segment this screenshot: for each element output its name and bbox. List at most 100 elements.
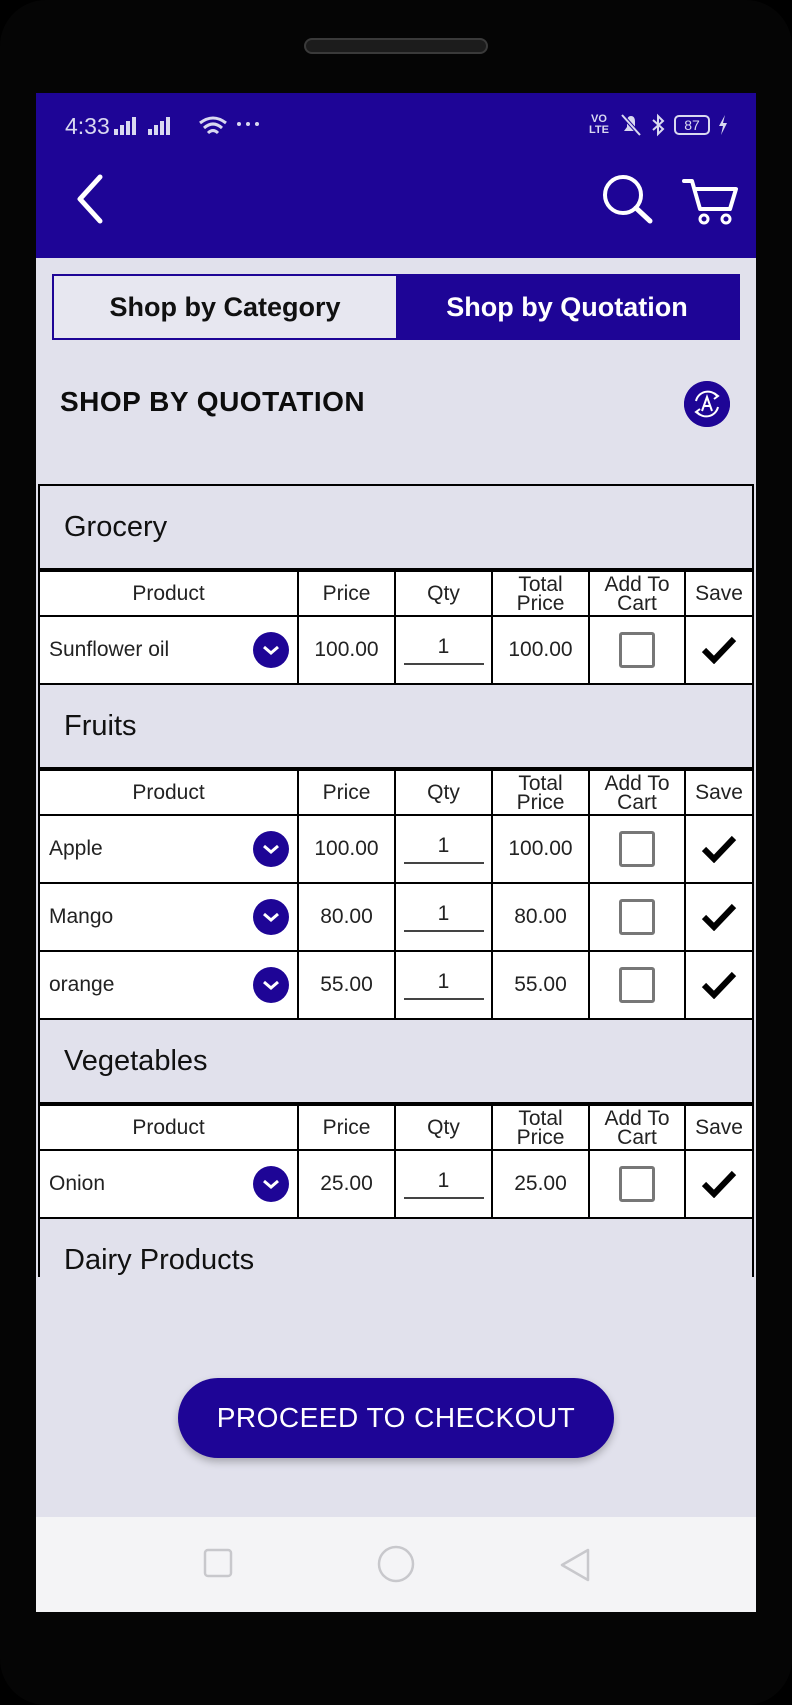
col-save: Save (684, 1104, 752, 1151)
qty-input[interactable]: 1 (403, 834, 484, 864)
col-product: Product (40, 570, 299, 617)
chevron-down-icon[interactable] (253, 632, 289, 668)
col-total: Total Price (491, 769, 590, 816)
table-row: Mango 80.00 1 80.00 (40, 882, 752, 952)
wifi-icon (199, 116, 227, 135)
qty-input[interactable]: 1 (403, 902, 484, 932)
table-row: Apple 100.00 1 100.00 (40, 814, 752, 884)
qty-cell: 1 (394, 615, 493, 685)
qty-input[interactable]: 1 (403, 970, 484, 1000)
add-to-cart-cell (588, 814, 686, 884)
fruits-table: Product Price Qty Total Price Add To Car… (40, 769, 752, 1020)
refresh-icon[interactable] (684, 381, 730, 427)
product-cell: orange (40, 950, 299, 1020)
col-qty: Qty (394, 570, 493, 617)
app-bar: 4:33 VO LTE 87 (36, 93, 756, 258)
chevron-down-icon[interactable] (253, 967, 289, 1003)
add-to-cart-checkbox[interactable] (619, 831, 655, 867)
qty-cell: 1 (394, 882, 493, 952)
chevron-down-icon[interactable] (253, 831, 289, 867)
back-nav-icon[interactable] (558, 1547, 592, 1583)
check-icon[interactable] (701, 1170, 737, 1198)
add-to-cart-checkbox[interactable] (619, 967, 655, 1003)
add-to-cart-checkbox[interactable] (619, 1166, 655, 1202)
col-qty: Qty (394, 769, 493, 816)
status-time: 4:33 (65, 113, 110, 139)
group-header-fruits: Fruits (40, 685, 752, 769)
product-name: Onion (49, 1172, 106, 1195)
price-value: 25.00 (297, 1149, 396, 1219)
col-total: Total Price (491, 570, 590, 617)
col-product: Product (40, 769, 299, 816)
check-icon[interactable] (701, 636, 737, 664)
total-value: 100.00 (491, 615, 590, 685)
qty-input[interactable]: 1 (403, 635, 484, 665)
more-dots-icon (237, 122, 259, 126)
vegetables-table: Product Price Qty Total Price Add To Car… (40, 1104, 752, 1219)
col-save: Save (684, 570, 752, 617)
col-price: Price (297, 570, 396, 617)
col-add-to-cart: Add To Cart (588, 1104, 686, 1151)
table-header: Product Price Qty Total Price Add To Car… (40, 570, 752, 617)
quotation-list[interactable]: Grocery Product Price Qty Total Price Ad… (38, 484, 754, 1277)
charging-icon (719, 115, 727, 135)
price-value: 100.00 (297, 615, 396, 685)
save-cell (684, 814, 752, 884)
add-to-cart-cell (588, 615, 686, 685)
qty-cell: 1 (394, 814, 493, 884)
phone-frame: 4:33 VO LTE 87 Shop by Category Shop by … (0, 0, 792, 1705)
group-header-grocery: Grocery (40, 486, 752, 570)
mute-bell-icon (620, 113, 642, 137)
add-to-cart-checkbox[interactable] (619, 632, 655, 668)
save-cell (684, 615, 752, 685)
table-row: orange 55.00 1 55.00 (40, 950, 752, 1020)
product-cell: Sunflower oil (40, 615, 299, 685)
recent-apps-icon[interactable] (202, 1547, 234, 1579)
chevron-down-icon[interactable] (253, 899, 289, 935)
tab-shop-by-category[interactable]: Shop by Category (54, 276, 396, 338)
save-cell (684, 1149, 752, 1219)
tab-shop-by-quotation[interactable]: Shop by Quotation (396, 276, 738, 338)
shop-tabs: Shop by Category Shop by Quotation (52, 274, 740, 340)
speaker-grille (304, 38, 488, 54)
save-cell (684, 882, 752, 952)
page-title: SHOP BY QUOTATION (60, 386, 366, 417)
chevron-down-icon[interactable] (253, 1166, 289, 1202)
product-cell: Onion (40, 1149, 299, 1219)
add-to-cart-cell (588, 882, 686, 952)
product-name: orange (49, 973, 115, 996)
qty-input[interactable]: 1 (403, 1169, 484, 1199)
product-cell: Mango (40, 882, 299, 952)
col-save: Save (684, 769, 752, 816)
price-value: 55.00 (297, 950, 396, 1020)
status-bar: 4:33 VO LTE 87 (36, 93, 756, 163)
bluetooth-icon (652, 113, 665, 137)
total-value: 80.00 (491, 882, 590, 952)
status-right: VO LTE 87 (586, 113, 728, 137)
proceed-to-checkout-button[interactable]: PROCEED TO CHECKOUT (178, 1378, 614, 1458)
search-icon[interactable] (600, 173, 656, 225)
check-icon[interactable] (701, 835, 737, 863)
col-price: Price (297, 1104, 396, 1151)
table-header: Product Price Qty Total Price Add To Car… (40, 769, 752, 816)
price-value: 100.00 (297, 814, 396, 884)
price-value: 80.00 (297, 882, 396, 952)
home-icon[interactable] (377, 1545, 415, 1583)
total-value: 25.00 (491, 1149, 590, 1219)
check-icon[interactable] (701, 903, 737, 931)
group-header-vegetables: Vegetables (40, 1020, 752, 1104)
total-value: 55.00 (491, 950, 590, 1020)
table-header: Product Price Qty Total Price Add To Car… (40, 1104, 752, 1151)
product-name: Sunflower oil (49, 638, 170, 661)
qty-cell: 1 (394, 1149, 493, 1219)
screen: 4:33 VO LTE 87 Shop by Category Shop by … (36, 93, 756, 1612)
back-arrow-icon[interactable] (72, 171, 112, 227)
cart-icon[interactable] (682, 175, 738, 225)
add-to-cart-checkbox[interactable] (619, 899, 655, 935)
col-qty: Qty (394, 1104, 493, 1151)
qty-cell: 1 (394, 950, 493, 1020)
table-row: Onion 25.00 1 25.00 (40, 1149, 752, 1219)
total-value: 100.00 (491, 814, 590, 884)
check-icon[interactable] (701, 971, 737, 999)
volte-indicator: VO LTE (589, 113, 609, 136)
